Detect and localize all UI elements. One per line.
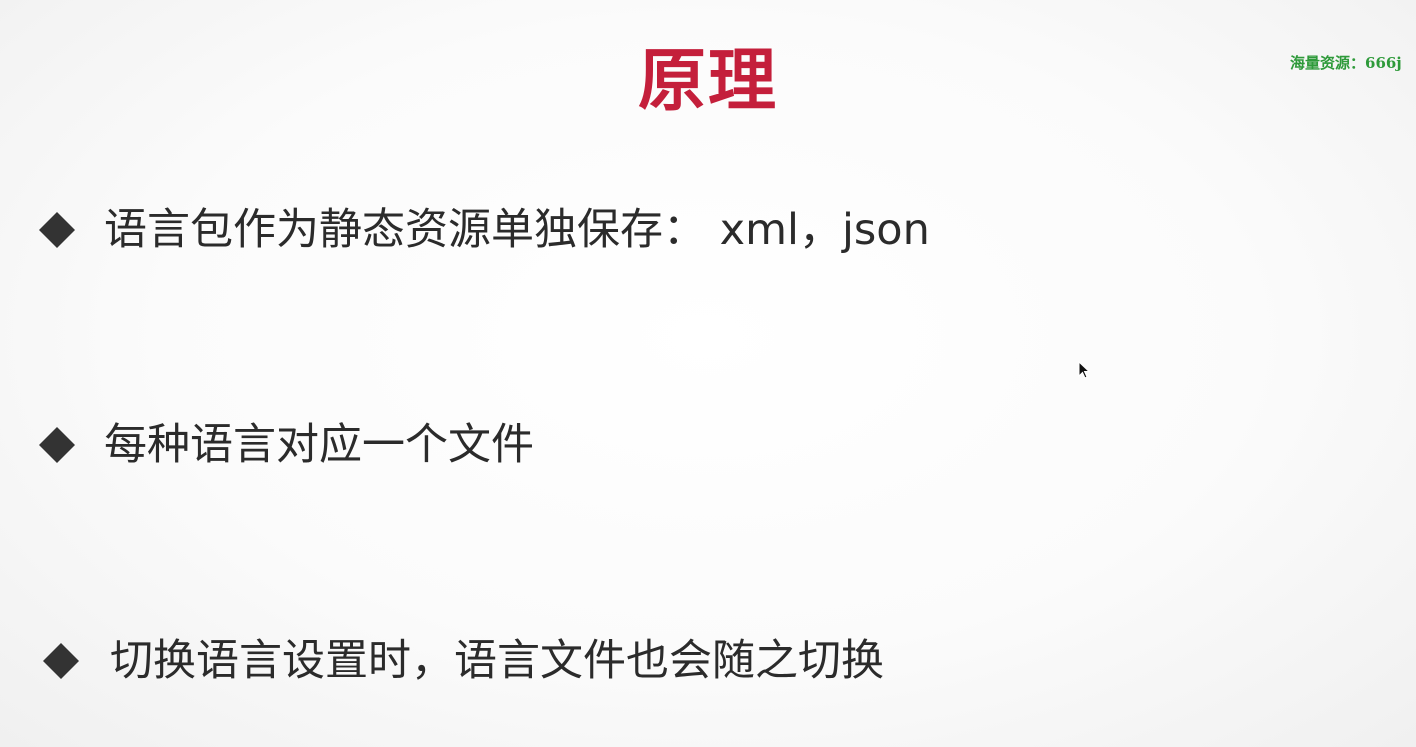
bullet-text: 语言包作为静态资源单独保存： xml，json bbox=[104, 205, 930, 255]
bullet-item: 每种语言对应一个文件 bbox=[39, 415, 534, 475]
diamond-icon bbox=[39, 427, 75, 463]
diamond-icon bbox=[39, 212, 75, 248]
slide-title: 原理 bbox=[637, 42, 778, 121]
watermark-text: 海量资源：666j bbox=[1290, 54, 1402, 72]
bullet-item: 切换语言设置时，语言文件也会随之切换 bbox=[43, 631, 884, 691]
bullet-text: 每种语言对应一个文件 bbox=[104, 420, 534, 470]
bullet-item: 语言包作为静态资源单独保存： xml，json bbox=[39, 200, 930, 260]
diamond-icon bbox=[43, 643, 79, 679]
slide: 原理 海量资源：666j 语言包作为静态资源单独保存： xml，json 每种语… bbox=[0, 0, 1416, 747]
bullet-text: 切换语言设置时，语言文件也会随之切换 bbox=[110, 636, 884, 686]
mouse-cursor-icon bbox=[1078, 360, 1091, 379]
